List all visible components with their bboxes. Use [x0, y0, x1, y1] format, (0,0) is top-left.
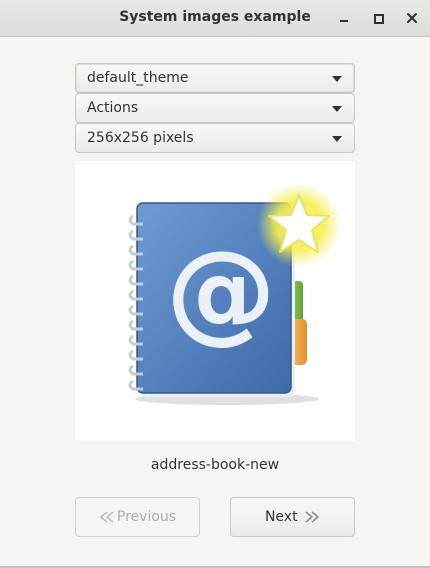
chevron-down-icon [332, 136, 342, 142]
previous-button-label: Previous [116, 509, 177, 525]
next-button[interactable]: Next [230, 497, 355, 537]
next-button-label: Next [264, 509, 298, 525]
size-combobox[interactable]: 256x256 pixels [75, 123, 355, 153]
close-icon [407, 13, 417, 23]
titlebar[interactable]: System images example [0, 0, 430, 37]
minimize-icon [340, 20, 348, 22]
app-window: System images example default_theme Acti… [0, 0, 430, 568]
address-book-icon: @ [128, 183, 341, 405]
previous-arrow-icon [100, 511, 114, 523]
minimize-button[interactable] [335, 9, 353, 27]
window-title: System images example [119, 9, 311, 25]
chevron-down-icon [332, 106, 342, 112]
size-combobox-value: 256x256 pixels [87, 130, 194, 146]
maximize-button[interactable] [369, 9, 387, 27]
theme-combobox-value: default_theme [87, 70, 189, 86]
previous-button[interactable]: Previous [75, 497, 200, 537]
chevron-down-icon [332, 76, 342, 82]
context-combobox-value: Actions [87, 100, 139, 116]
svg-text:@: @ [166, 227, 276, 355]
maximize-icon [374, 14, 384, 24]
theme-combobox[interactable]: default_theme [75, 63, 355, 93]
context-combobox[interactable]: Actions [75, 93, 355, 123]
icon-name-caption: address-book-new [150, 457, 280, 473]
close-button[interactable] [403, 9, 421, 27]
next-arrow-icon [305, 511, 319, 523]
icon-preview: @ [75, 161, 355, 441]
